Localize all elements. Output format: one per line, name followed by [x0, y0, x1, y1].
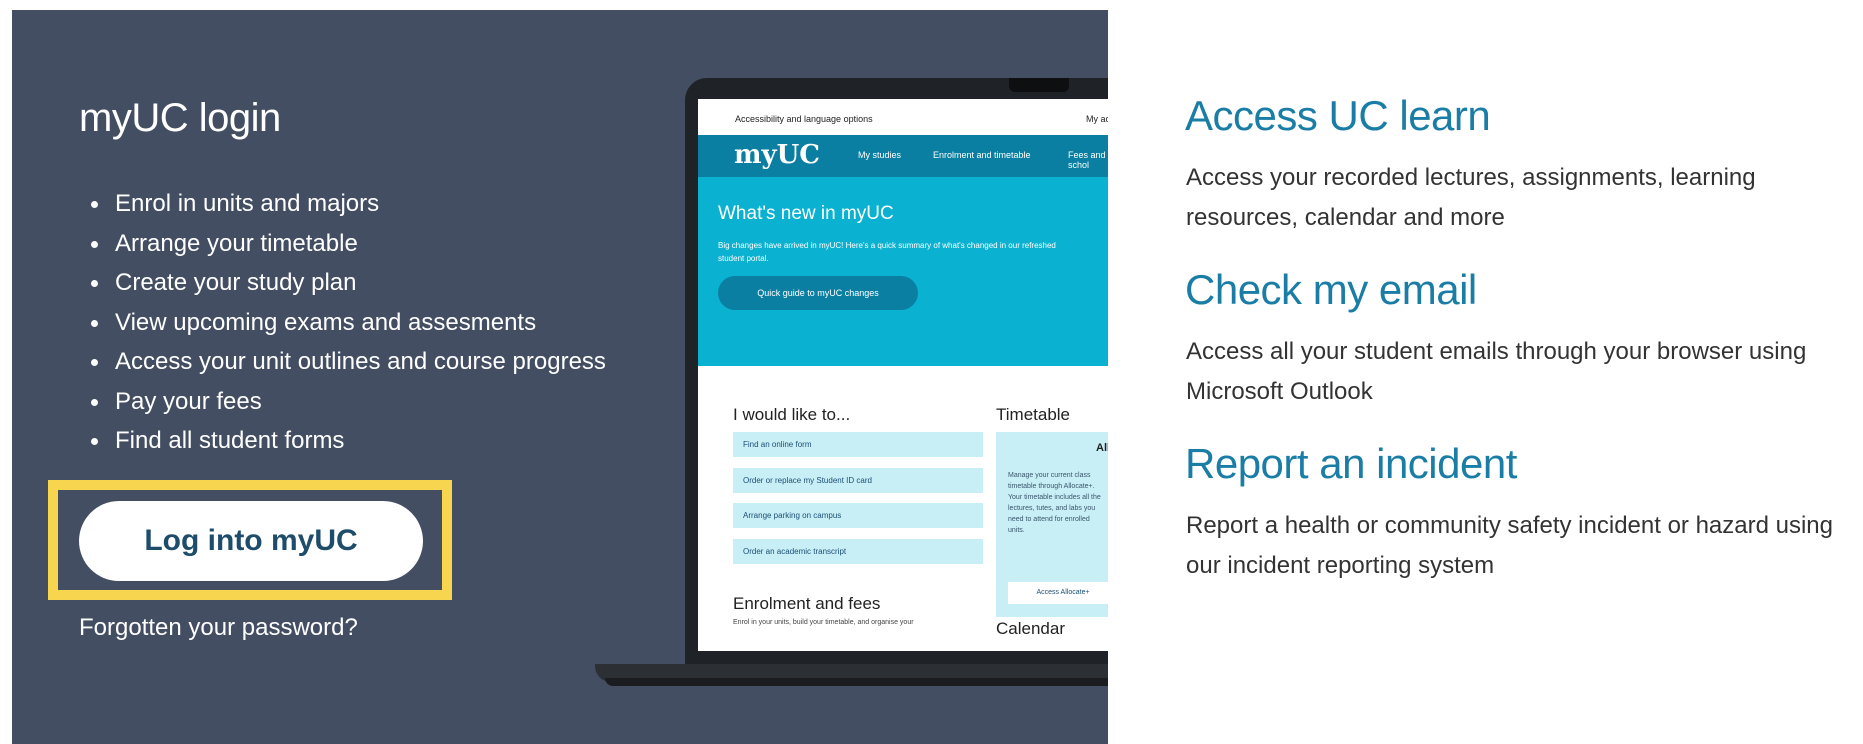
screen-hero-title: What's new in myUC: [718, 203, 894, 224]
check-my-email-link[interactable]: Check my email: [1185, 266, 1477, 314]
screen-action-item: Find an online form: [733, 432, 983, 457]
list-item: Pay your fees: [91, 382, 606, 422]
screen-timetable-box: Alloc Manage your current class timetabl…: [996, 432, 1108, 617]
screen-alloc-title: Alloc: [1096, 442, 1108, 454]
screen-nav-item: Enrolment and timetable: [933, 150, 1031, 160]
screen-alloc-button: Access Allocate+: [1008, 582, 1108, 604]
login-title: myUC login: [79, 96, 281, 140]
laptop-base-shadow: [605, 678, 1108, 686]
laptop-screen: Accessibility and language options My ac…: [698, 99, 1108, 651]
screen-enrol-text: Enrol in your units, build your timetabl…: [733, 619, 914, 626]
list-item: Arrange your timetable: [91, 224, 606, 264]
screen-nav-item: Fees and schol: [1068, 150, 1106, 170]
screen-enrol-title: Enrolment and fees: [733, 594, 881, 613]
screen-hero: What's new in myUC Big changes have arri…: [698, 177, 1108, 366]
report-an-incident-description: Report a health or community safety inci…: [1186, 512, 1834, 579]
screen-action-item: Arrange parking on campus: [733, 503, 983, 528]
screen-hero-text: Big changes have arrived in myUC! Here's…: [718, 241, 1056, 263]
screen-action-item: Order or replace my Student ID card: [733, 468, 983, 493]
access-uc-learn-description: Access your recorded lectures, assignmen…: [1186, 164, 1756, 231]
list-item: Enrol in units and majors: [91, 184, 606, 224]
screen-timetable-title: Timetable: [996, 405, 1071, 424]
screen-calendar-title: Calendar: [996, 619, 1065, 638]
top-strip: [0, 0, 1863, 10]
list-item: Create your study plan: [91, 263, 606, 303]
feature-list: Enrol in units and majors Arrange your t…: [91, 184, 606, 461]
laptop-mockup: Accessibility and language options My ac…: [595, 78, 1108, 698]
laptop-notch: [1009, 78, 1069, 92]
list-item: Find all student forms: [91, 421, 606, 461]
screen-nav: myUC My studies Enrolment and timetable …: [698, 135, 1108, 177]
myuc-login-panel: myUC login Enrol in units and majors Arr…: [12, 10, 1108, 744]
check-my-email-description: Access all your student emails through y…: [1186, 338, 1807, 405]
screen-nav-item: My studies: [858, 150, 902, 160]
list-item: Access your unit outlines and course pro…: [91, 342, 606, 382]
screen-a11y-text: Accessibility and language options: [735, 114, 873, 124]
screen-topbar: Accessibility and language options My ac: [698, 99, 1108, 135]
screen-hero-button: Quick guide to myUC changes: [718, 276, 918, 310]
screen-alloc-text: Manage your current class timetable thro…: [1008, 472, 1101, 534]
access-uc-learn-link[interactable]: Access UC learn: [1185, 92, 1491, 140]
myuc-logo: myUC: [734, 140, 820, 170]
report-an-incident-link[interactable]: Report an incident: [1185, 440, 1517, 488]
screen-would-like-title: I would like to...: [733, 405, 851, 424]
forgotten-password-link[interactable]: Forgotten your password?: [79, 614, 358, 642]
screen-action-item: Order an academic transcript: [733, 539, 983, 564]
log-into-myuc-button[interactable]: Log into myUC: [79, 501, 423, 581]
list-item: View upcoming exams and assesments: [91, 303, 606, 343]
screen-my-account-text: My ac: [1086, 114, 1108, 124]
